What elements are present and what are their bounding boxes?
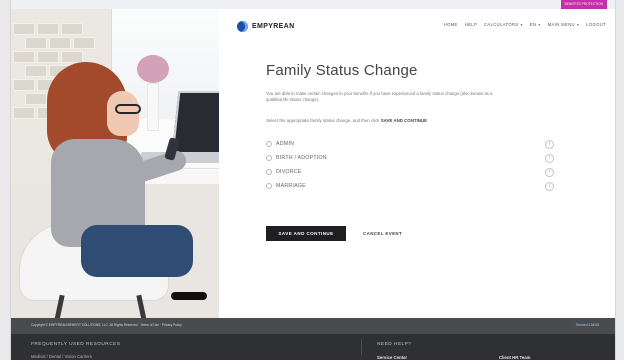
resources-title: FREQUENTLY USED RESOURCES [31, 342, 121, 347]
browser-page: BENEFITS PROTECTION EMPYREAN HOME HELP C… [10, 0, 616, 360]
secured-link[interactable]: Secured [576, 323, 588, 327]
instruction-prefix: Select the appropriate family status cha… [266, 118, 381, 123]
brick [25, 37, 47, 49]
footer-copyright-bar: Copyright © EMPYREAN BENEFIT SOLUTIONS, … [11, 318, 615, 334]
info-icon[interactable]: i [545, 182, 554, 191]
status-change-options: ADMIN i BIRTH / ADOPTION i DIVORCE i MAR… [266, 137, 556, 193]
vase [147, 83, 159, 131]
page-description: You are able to make certain changes to … [266, 91, 493, 102]
page-title: Family Status Change [266, 62, 418, 79]
brick [61, 51, 83, 63]
option-marriage[interactable]: MARRIAGE i [266, 179, 556, 193]
info-icon[interactable]: i [545, 140, 554, 149]
info-icon[interactable]: i [545, 154, 554, 163]
radio-button[interactable] [266, 141, 272, 147]
brick [37, 23, 59, 35]
option-label: ADMIN [276, 141, 295, 147]
nav-home[interactable]: HOME [444, 22, 458, 27]
radio-button[interactable] [266, 155, 272, 161]
instruction-action: SAVE AND CONTINUE [380, 118, 428, 123]
chevron-down-icon: ▾ [576, 21, 580, 27]
brand-name: EMPYREAN [252, 22, 295, 30]
brick [49, 37, 71, 49]
brick [25, 93, 47, 105]
top-bar: BENEFITS PROTECTION [11, 0, 615, 9]
nav-language[interactable]: EN ▾ [530, 22, 541, 27]
empyrean-logo-icon [237, 20, 248, 32]
copyright-text: Copyright © EMPYREAN BENEFIT SOLUTIONS, … [31, 323, 182, 327]
nav-main-menu[interactable]: MAIN MENU ▾ [548, 22, 579, 27]
option-label: BIRTH / ADOPTION [276, 155, 327, 161]
brick [13, 79, 35, 91]
option-birth-adoption[interactable]: BIRTH / ADOPTION i [266, 151, 556, 165]
brand[interactable]: EMPYREAN [237, 19, 294, 33]
brick [73, 37, 95, 49]
radio-button[interactable] [266, 169, 272, 175]
top-badge: BENEFITS PROTECTION [561, 0, 607, 9]
version-text: 2.04.03 [588, 323, 599, 327]
brick [61, 23, 83, 35]
nav-logout[interactable]: LOGOUT [586, 22, 606, 27]
instruction-text: Select the appropriate family status cha… [266, 118, 506, 123]
brick [25, 65, 47, 77]
footer-divider [361, 339, 362, 355]
help-title: NEED HELP? [377, 342, 412, 347]
cancel-event-button[interactable]: CANCEL EVENT [363, 226, 402, 241]
brick [13, 51, 35, 63]
brick [13, 107, 35, 119]
save-and-continue-button[interactable]: SAVE AND CONTINUE [266, 226, 346, 241]
laptop-screen [171, 91, 219, 157]
security-text: Secured 2.04.03 [576, 323, 599, 327]
brick [37, 51, 59, 63]
option-label: DIVORCE [276, 169, 302, 175]
service-center-link[interactable]: Service Center [377, 355, 407, 360]
hero-photo [11, 9, 219, 318]
flower-plant [137, 55, 169, 83]
woman-shoe [171, 292, 207, 300]
info-icon[interactable]: i [545, 168, 554, 177]
chevron-down-icon: ▾ [520, 21, 523, 27]
resources-item[interactable]: Medical / Dental / Vision Carriers [31, 354, 92, 359]
chevron-down-icon: ▾ [538, 21, 541, 27]
nav-calculators[interactable]: CALCULATORS ▾ [484, 22, 523, 27]
glasses [115, 104, 141, 114]
brick [13, 23, 35, 35]
option-admin[interactable]: ADMIN i [266, 137, 556, 151]
footer: FREQUENTLY USED RESOURCES Medical / Dent… [11, 334, 615, 360]
nav-help[interactable]: HELP [465, 22, 477, 27]
radio-button[interactable] [266, 183, 272, 189]
woman-jeans [81, 225, 193, 277]
main-navigation: HOME HELP CALCULATORS ▾ EN ▾ MAIN MENU ▾ LO… [444, 22, 606, 27]
top-badge-text: BENEFITS PROTECTION [564, 2, 603, 6]
client-hr-team-link[interactable]: Client HR Team [499, 355, 530, 360]
option-label: MARRIAGE [276, 183, 306, 189]
option-divorce[interactable]: DIVORCE i [266, 165, 556, 179]
